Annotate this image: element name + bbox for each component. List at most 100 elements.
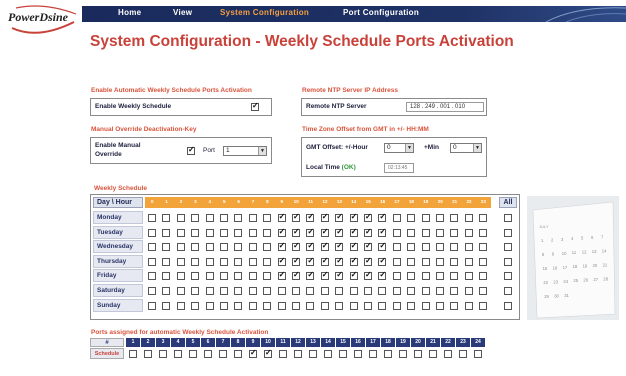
schedule-checkbox-monday-9[interactable] [277,212,286,222]
schedule-checkbox-wednesday-20[interactable] [436,243,444,252]
schedule-checkbox-saturday-5[interactable] [220,287,228,295]
schedule-checkbox-wednesday-2[interactable] [176,243,185,252]
port-schedule-checkbox-2[interactable] [144,350,152,358]
schedule-checkbox-saturday-20[interactable] [436,287,444,295]
schedule-checkbox-sunday-2[interactable] [176,301,185,310]
schedule-checkbox-monday-19[interactable] [421,214,430,222]
schedule-checkbox-friday-17[interactable] [392,272,401,281]
schedule-checkbox-sunday-4[interactable] [205,301,214,310]
schedule-checkbox-monday-16[interactable] [378,212,387,222]
schedule-checkbox-wednesday-19[interactable] [421,243,430,252]
schedule-checkbox-wednesday-22[interactable] [464,243,473,252]
schedule-checkbox-wednesday-6[interactable] [234,243,243,252]
override-port-select[interactable]: 1 ▼ [223,146,267,156]
schedule-checkbox-sunday-5[interactable] [220,301,228,310]
schedule-checkbox-thursday-4[interactable] [205,257,214,266]
schedule-checkbox-sunday-15[interactable] [364,301,372,310]
port-schedule-checkbox-7[interactable] [219,350,227,358]
schedule-checkbox-monday-0[interactable] [148,214,156,222]
schedule-checkbox-monday-20[interactable] [436,214,444,222]
port-schedule-checkbox-20[interactable] [414,350,422,358]
schedule-checkbox-friday-1[interactable] [162,272,171,281]
schedule-checkbox-monday-23[interactable] [479,214,488,222]
schedule-checkbox-sunday-10[interactable] [292,301,300,310]
schedule-checkbox-wednesday-11[interactable] [306,241,315,252]
schedule-checkbox-thursday-16[interactable] [378,256,387,266]
schedule-checkbox-monday-2[interactable] [176,214,185,222]
schedule-checkbox-sunday-3[interactable] [191,301,200,310]
schedule-checkbox-saturday-11[interactable] [306,287,315,295]
schedule-checkbox-monday-15[interactable] [364,212,372,222]
port-schedule-checkbox-11[interactable] [279,350,287,358]
ntp-server-ip-input[interactable]: 128 . 249 . 001 . 010 [406,102,484,112]
gmt-hour-select[interactable]: 0 ▼ [384,143,414,153]
schedule-checkbox-thursday-12[interactable] [320,256,329,266]
port-schedule-checkbox-13[interactable] [309,350,317,358]
schedule-checkbox-thursday-9[interactable] [277,256,286,266]
schedule-checkbox-monday-12[interactable] [320,212,329,222]
schedule-checkbox-wednesday-3[interactable] [191,243,200,252]
schedule-checkbox-thursday-20[interactable] [436,257,444,266]
schedule-checkbox-thursday-19[interactable] [421,257,430,266]
schedule-checkbox-sunday-12[interactable] [320,301,329,310]
port-schedule-checkbox-19[interactable] [399,350,407,358]
schedule-checkbox-wednesday-5[interactable] [220,243,228,252]
manual-override-checkbox[interactable] [187,145,195,155]
schedule-checkbox-saturday-9[interactable] [277,287,286,295]
schedule-checkbox-monday-21[interactable] [450,214,459,222]
nav-system-configuration[interactable]: System Configuration [220,8,309,17]
schedule-checkbox-friday-15[interactable] [364,270,372,281]
schedule-checkbox-monday-17[interactable] [392,214,401,222]
schedule-checkbox-friday-0[interactable] [148,272,156,281]
schedule-checkbox-saturday-8[interactable] [263,287,272,295]
port-schedule-checkbox-18[interactable] [384,350,392,358]
schedule-checkbox-saturday-22[interactable] [464,287,473,295]
schedule-checkbox-friday-5[interactable] [220,272,228,281]
schedule-checkbox-wednesday-14[interactable] [349,241,358,252]
schedule-checkbox-thursday-15[interactable] [364,256,372,266]
schedule-checkbox-monday-6[interactable] [234,214,243,222]
schedule-checkbox-tuesday-1[interactable] [162,228,171,237]
port-schedule-checkbox-17[interactable] [369,350,377,358]
schedule-checkbox-tuesday-9[interactable] [277,227,286,237]
schedule-checkbox-monday-13[interactable] [335,212,344,222]
schedule-checkbox-wednesday-18[interactable] [407,243,416,252]
schedule-checkbox-tuesday-18[interactable] [407,228,416,237]
schedule-checkbox-tuesday-12[interactable] [320,227,329,237]
schedule-checkbox-friday-11[interactable] [306,270,315,281]
schedule-checkbox-sunday-0[interactable] [148,301,156,310]
schedule-checkbox-friday-16[interactable] [378,270,387,281]
schedule-checkbox-thursday-21[interactable] [450,257,459,266]
all-checkbox-thursday[interactable] [504,257,512,266]
schedule-checkbox-wednesday-4[interactable] [205,243,214,252]
schedule-checkbox-monday-11[interactable] [306,212,315,222]
schedule-checkbox-saturday-0[interactable] [148,287,156,295]
port-schedule-checkbox-4[interactable] [174,350,182,358]
port-schedule-checkbox-9[interactable] [249,348,257,358]
schedule-checkbox-monday-10[interactable] [292,212,300,222]
schedule-checkbox-wednesday-15[interactable] [364,241,372,252]
schedule-checkbox-thursday-5[interactable] [220,257,228,266]
schedule-checkbox-sunday-1[interactable] [162,301,171,310]
schedule-checkbox-monday-3[interactable] [191,214,200,222]
schedule-checkbox-saturday-13[interactable] [335,287,344,295]
all-checkbox-sunday[interactable] [504,301,512,310]
schedule-checkbox-friday-12[interactable] [320,270,329,281]
schedule-checkbox-saturday-21[interactable] [450,287,459,295]
all-checkbox-friday[interactable] [504,272,512,281]
schedule-checkbox-sunday-9[interactable] [277,301,286,310]
schedule-checkbox-wednesday-13[interactable] [335,241,344,252]
schedule-checkbox-tuesday-13[interactable] [335,227,344,237]
port-schedule-checkbox-5[interactable] [189,350,197,358]
schedule-checkbox-wednesday-8[interactable] [263,243,272,252]
gmt-min-select[interactable]: 0 ▼ [450,143,482,153]
schedule-checkbox-tuesday-3[interactable] [191,228,200,237]
schedule-checkbox-tuesday-23[interactable] [479,228,488,237]
schedule-checkbox-tuesday-11[interactable] [306,227,315,237]
schedule-checkbox-wednesday-7[interactable] [248,243,257,252]
schedule-checkbox-friday-14[interactable] [349,270,358,281]
schedule-checkbox-wednesday-12[interactable] [320,241,329,252]
schedule-checkbox-sunday-6[interactable] [234,301,243,310]
schedule-checkbox-friday-21[interactable] [450,272,459,281]
schedule-checkbox-friday-23[interactable] [479,272,488,281]
